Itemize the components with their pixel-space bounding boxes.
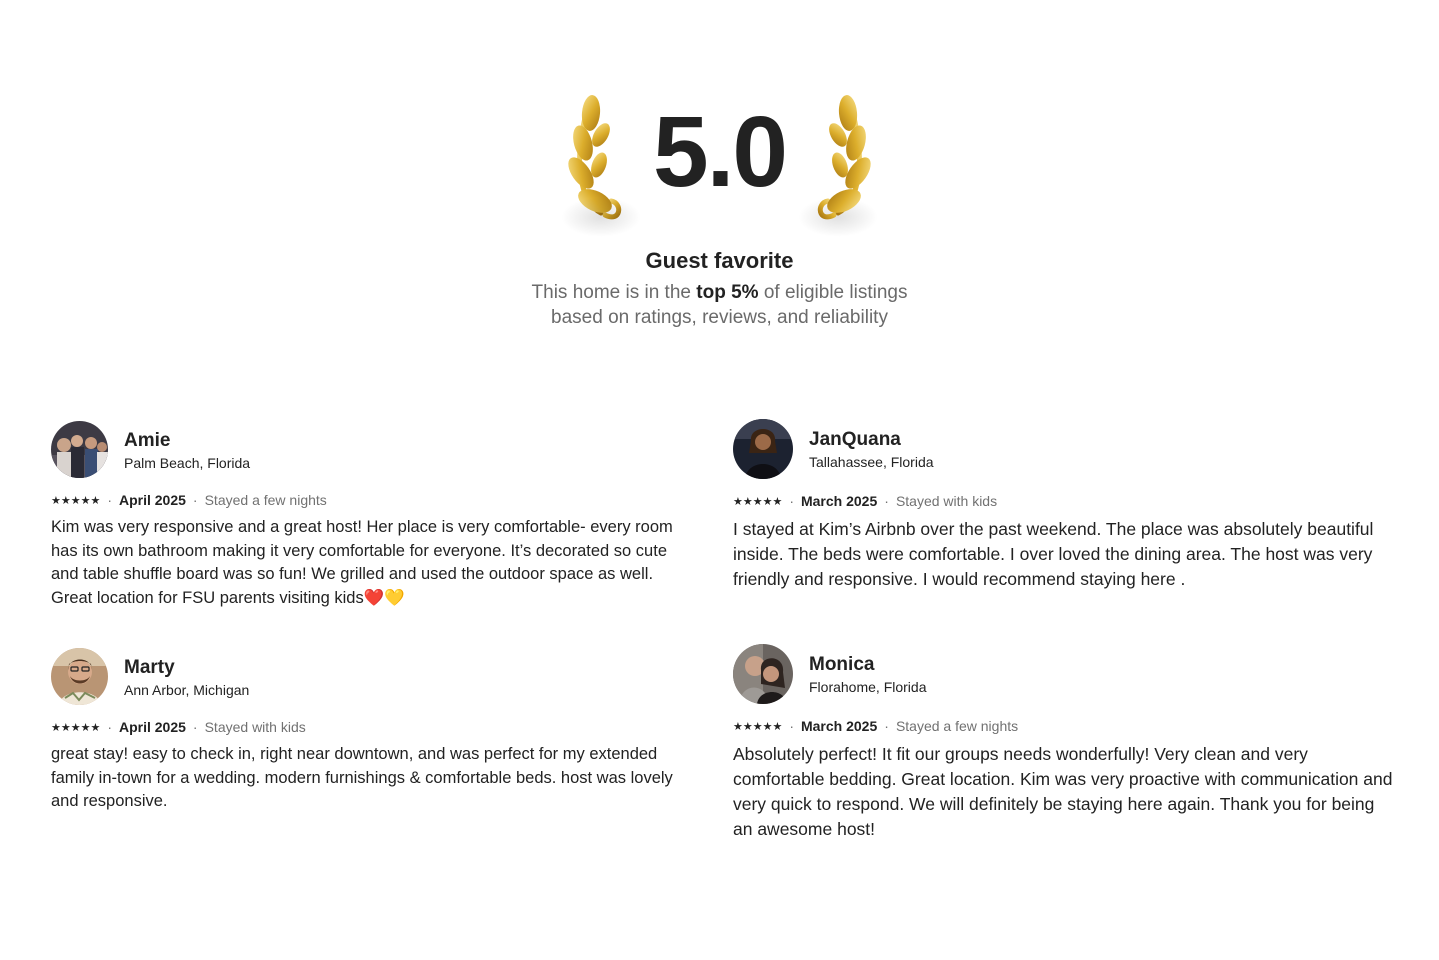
star-rating-icon: ★★★★★	[51, 721, 101, 734]
review-meta: ★★★★★ · April 2025 · Stayed a few nights	[51, 492, 691, 508]
review-text: I stayed at Kim’s Airbnb over the past w…	[733, 519, 1374, 589]
reviewer-name: Amie	[124, 429, 171, 451]
laurel-right-icon	[798, 83, 878, 237]
review-meta: ★★★★★ · April 2025 · Stayed with kids	[51, 719, 691, 735]
avatar[interactable]	[733, 419, 793, 479]
guest-favorite-subtitle: This home is in the top 5% of eligible l…	[510, 280, 930, 330]
reviewer-name: Marty	[124, 656, 175, 678]
separator: ·	[192, 492, 198, 508]
reviewer-name: Monica	[809, 654, 875, 675]
rating-row: 5.0	[560, 78, 878, 238]
subtitle-pre: This home is in the	[531, 282, 697, 303]
stay-type: Stayed with kids	[895, 493, 998, 509]
avatar[interactable]	[51, 648, 108, 705]
star-rating-icon: ★★★★★	[733, 720, 783, 733]
reviewer-location: Florahome, Florida	[809, 679, 927, 695]
review-header: Amie Palm Beach, Florida	[51, 421, 691, 478]
reviewer-location: Tallahassee, Florida	[809, 454, 934, 470]
review-card: Amie Palm Beach, Florida ★★★★★ · April 2…	[51, 421, 691, 610]
reviewer-name: JanQuana	[809, 429, 901, 450]
review-meta: ★★★★★ · March 2025 · Stayed a few nights	[733, 718, 1395, 734]
review-card: JanQuana Tallahassee, Florida ★★★★★ · Ma…	[733, 419, 1395, 592]
review-header: JanQuana Tallahassee, Florida	[733, 419, 1395, 479]
reviewer-info: Marty Ann Arbor, Michigan	[124, 656, 249, 698]
review-header: Monica Florahome, Florida	[733, 644, 1395, 704]
review-meta: ★★★★★ · March 2025 · Stayed with kids	[733, 493, 1395, 509]
overall-rating: 5.0	[652, 96, 788, 208]
separator: ·	[192, 719, 198, 735]
review-date: April 2025	[118, 492, 186, 508]
separator: ·	[884, 493, 889, 509]
stay-type: Stayed with kids	[204, 719, 306, 735]
separator: ·	[789, 718, 794, 734]
reviewer-info: JanQuana Tallahassee, Florida	[809, 428, 934, 470]
review-date: March 2025	[800, 493, 878, 509]
stay-type: Stayed a few nights	[895, 718, 1019, 734]
reviewer-info: Monica Florahome, Florida	[809, 653, 927, 695]
review-date: March 2025	[800, 718, 878, 734]
review-text: great stay! easy to check in, right near…	[51, 745, 673, 810]
avatar[interactable]	[733, 644, 793, 704]
guest-favorite-title: Guest favorite	[645, 248, 794, 273]
separator: ·	[884, 718, 889, 734]
review-card: Monica Florahome, Florida ★★★★★ · March …	[733, 644, 1395, 842]
separator: ·	[107, 719, 112, 735]
review-card: Marty Ann Arbor, Michigan ★★★★★ · April …	[51, 648, 691, 814]
review-text: Kim was very responsive and a great host…	[51, 518, 673, 607]
review-text: Absolutely perfect! It fit our groups ne…	[733, 744, 1393, 839]
reviewer-location: Palm Beach, Florida	[124, 454, 251, 471]
separator: ·	[789, 493, 794, 509]
separator: ·	[107, 492, 112, 508]
reviewer-location: Ann Arbor, Michigan	[124, 681, 250, 698]
star-rating-icon: ★★★★★	[51, 494, 101, 507]
star-rating-icon: ★★★★★	[733, 495, 783, 508]
reviewer-info: Amie Palm Beach, Florida	[124, 429, 250, 471]
stay-type: Stayed a few nights	[204, 492, 327, 508]
avatar[interactable]	[51, 421, 108, 478]
laurel-left-icon	[560, 83, 641, 237]
subtitle-bold: top 5%	[696, 282, 759, 303]
guest-favorite-section: 5.0 Guest favorite This home is in the t…	[0, 78, 1439, 330]
review-header: Marty Ann Arbor, Michigan	[51, 648, 691, 705]
review-date: April 2025	[118, 719, 186, 735]
